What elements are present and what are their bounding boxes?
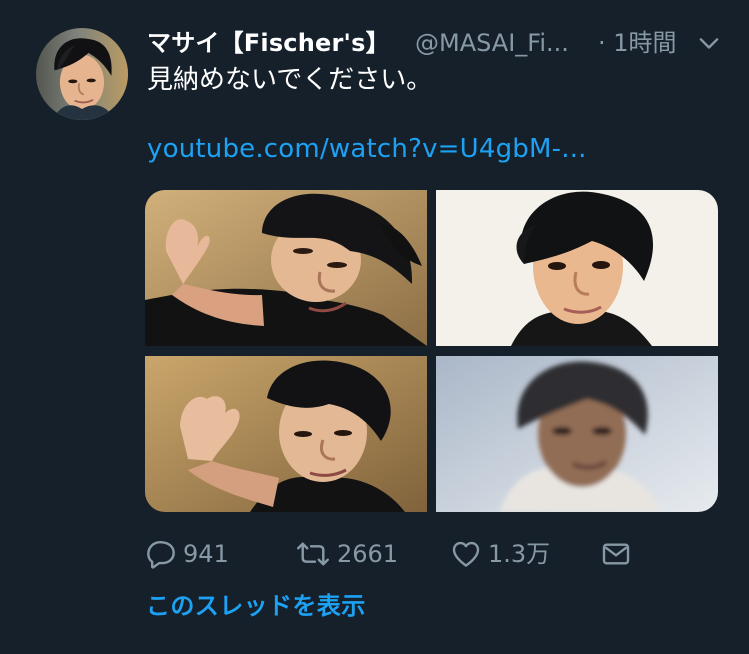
photo-portrait-white-background[interactable] bbox=[436, 190, 718, 346]
reply-count: 941 bbox=[183, 540, 229, 568]
retweet-icon bbox=[296, 542, 330, 566]
chevron-down-icon[interactable] bbox=[695, 30, 723, 58]
photo-portrait-white-background-image bbox=[436, 190, 718, 346]
mail-icon bbox=[602, 543, 630, 565]
tweet-card: マサイ【Fischer's】 @MASAI_Fi... · 1時間 見納めないで… bbox=[0, 0, 749, 654]
author-display-name[interactable]: マサイ【Fischer's】 bbox=[147, 28, 390, 58]
reply-icon bbox=[147, 541, 175, 569]
retweet-button[interactable]: 2661 bbox=[295, 534, 398, 574]
media-grid[interactable] bbox=[145, 190, 718, 512]
photo-lying-carpet-hand[interactable] bbox=[145, 190, 427, 346]
avatar[interactable] bbox=[36, 28, 128, 120]
share-button[interactable] bbox=[600, 534, 632, 574]
photo-lying-carpet-close[interactable] bbox=[145, 356, 427, 512]
tweet-actions: 941 2661 1.3万 bbox=[145, 534, 635, 574]
photo-lying-carpet-hand-image bbox=[145, 190, 427, 346]
photo-blurry-portrait[interactable] bbox=[436, 356, 718, 512]
tweet-text: 見納めないでください。 bbox=[147, 65, 433, 95]
author-handle[interactable]: @MASAI_Fi... bbox=[415, 28, 569, 58]
avatar-image bbox=[36, 28, 128, 120]
retweet-count: 2661 bbox=[337, 540, 399, 568]
like-button[interactable]: 1.3万 bbox=[450, 534, 550, 574]
show-thread-link[interactable]: このスレッドを表示 bbox=[146, 589, 366, 623]
reply-button[interactable]: 941 bbox=[145, 534, 229, 574]
heart-icon bbox=[452, 541, 480, 567]
tweet-header: マサイ【Fischer's】 @MASAI_Fi... · 1時間 bbox=[147, 28, 727, 64]
like-count: 1.3万 bbox=[488, 540, 551, 568]
youtube-link[interactable]: youtube.com/watch?v=U4gbM-... bbox=[147, 132, 587, 166]
tweet-time[interactable]: · 1時間 bbox=[598, 28, 677, 58]
photo-lying-carpet-close-image bbox=[145, 356, 427, 512]
photo-blurry-portrait-image bbox=[436, 356, 718, 512]
